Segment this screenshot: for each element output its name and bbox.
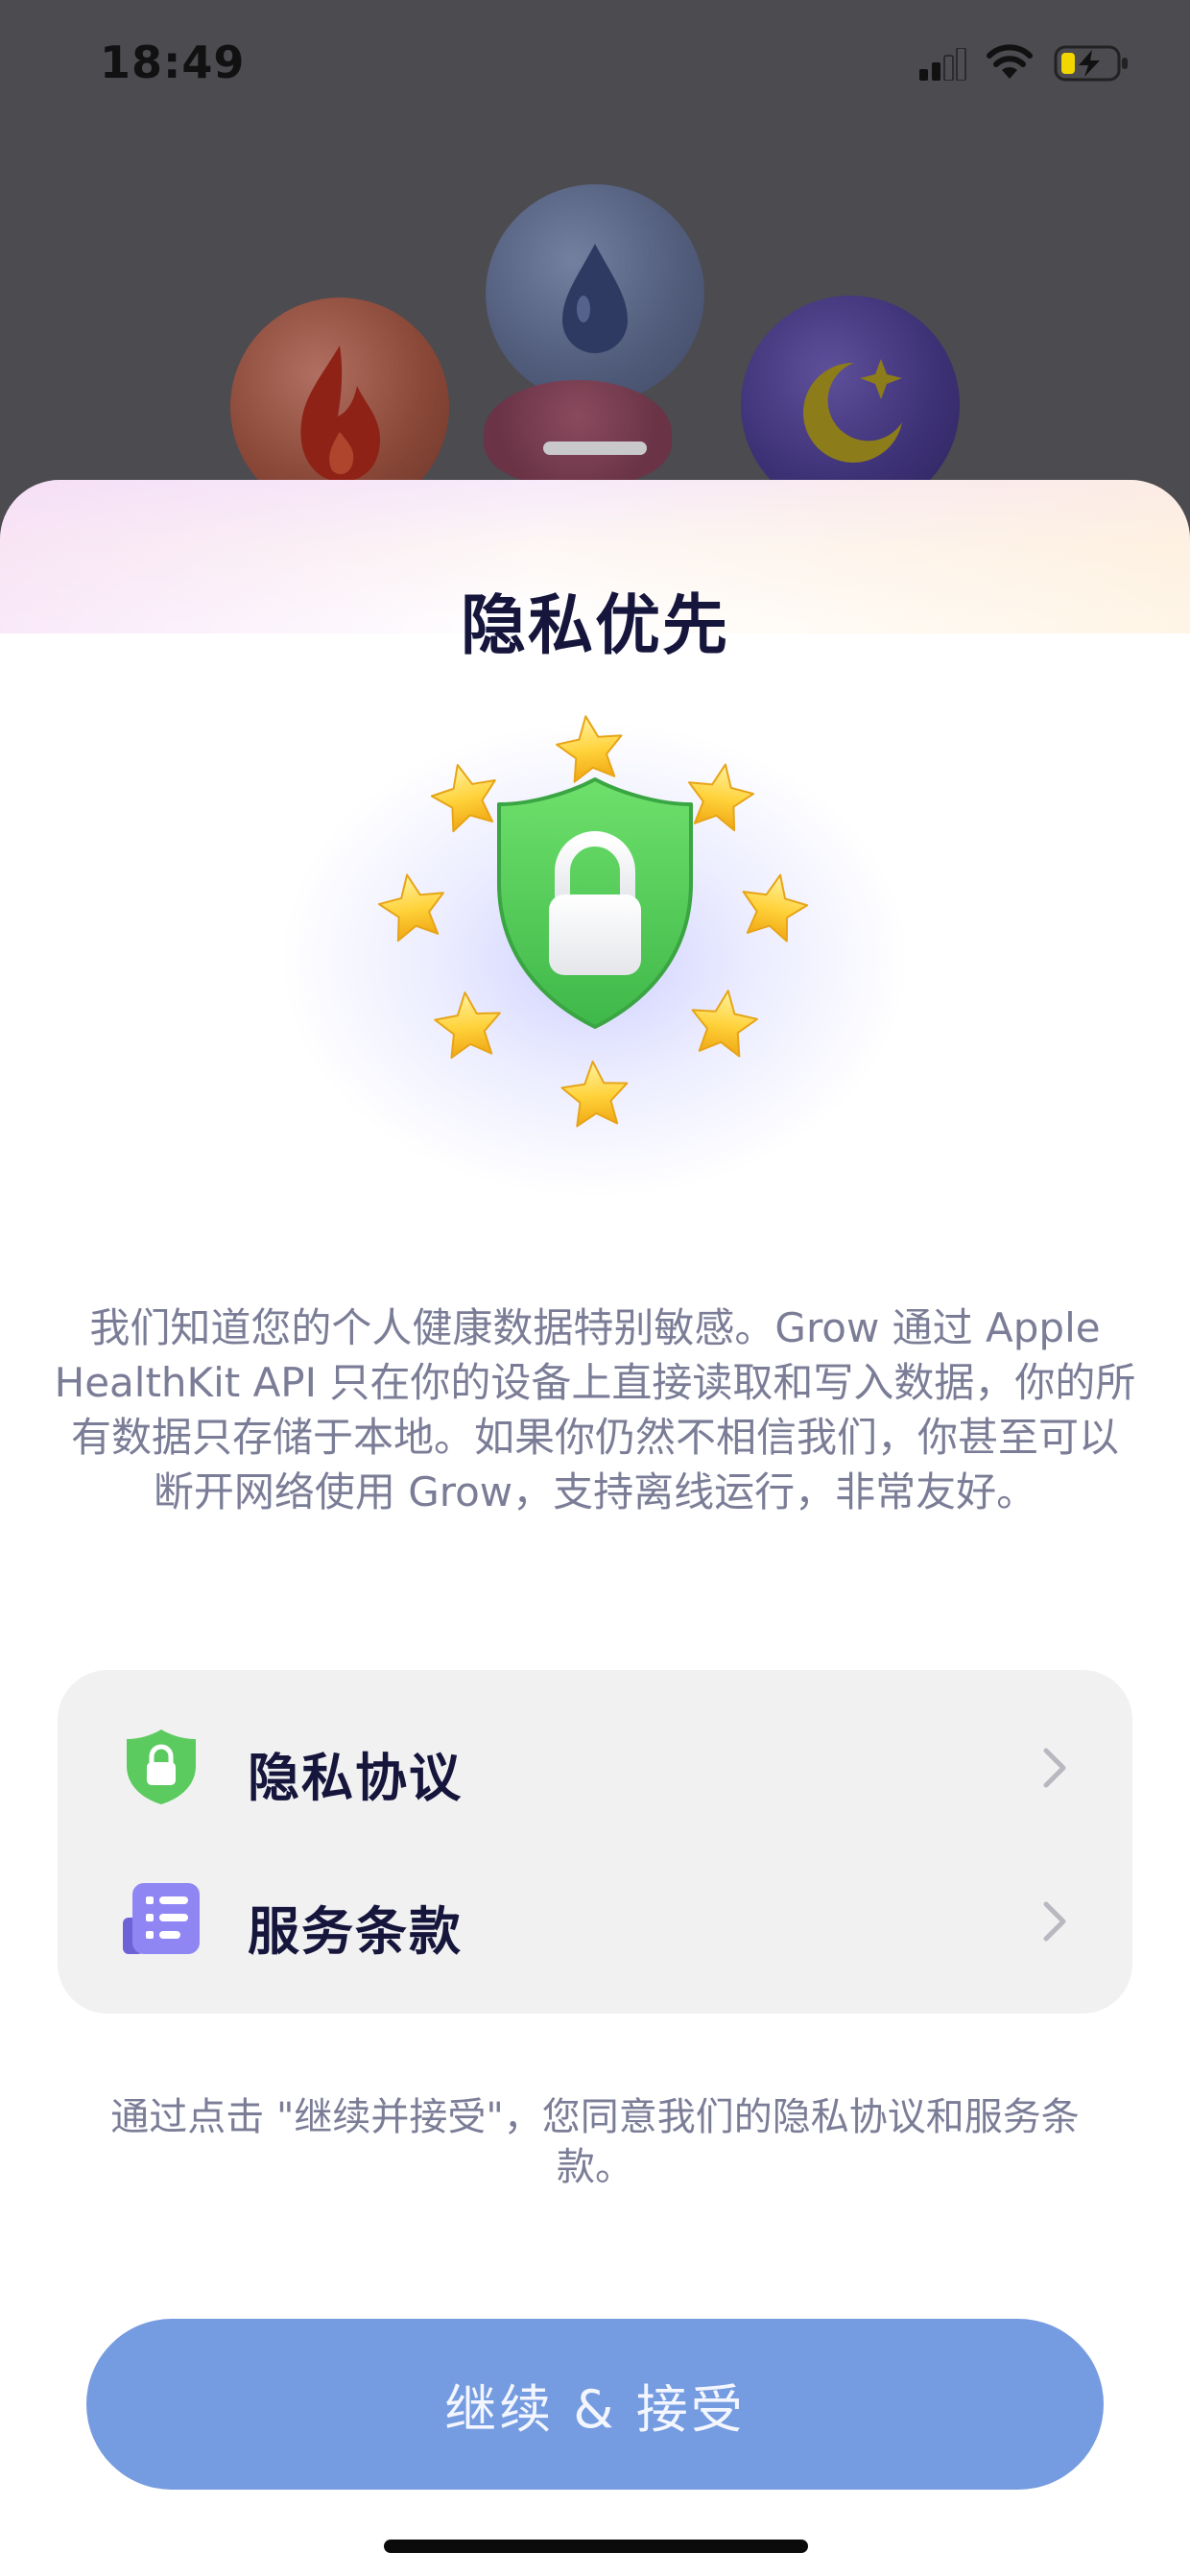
shield-lock-icon <box>127 1729 196 1804</box>
sheet-title: 隐私优先 <box>460 588 729 664</box>
terms-of-service-label: 服务条款 <box>248 1901 463 1962</box>
continue-accept-button[interactable]: 继续 & 接受 <box>86 2319 1104 2490</box>
consent-text: 通过点击 "继续并接受"，您同意我们的隐私协议和服务条款。 <box>110 2095 1080 2189</box>
sheet-grabber[interactable] <box>543 441 647 455</box>
blob-orb <box>484 380 672 486</box>
background-app: 18:49 <box>0 0 1190 537</box>
status-time: 18:49 <box>100 36 246 88</box>
privacy-sheet: 隐私优先 我们知道您的个人健康数据特别敏感。Grow 通过 Apple Heal… <box>0 480 1190 2576</box>
privacy-policy-label: 隐私协议 <box>248 1748 463 1808</box>
hero-illustration <box>144 691 1046 1228</box>
water-orb <box>486 184 704 403</box>
chevron-right-icon <box>1043 1901 1066 1942</box>
cellular-signal-icon <box>919 48 966 81</box>
shield-lock-with-stars-icon <box>373 710 814 1129</box>
battery-charging-icon <box>1054 45 1128 82</box>
privacy-description: 我们知道您的个人健康数据特别敏感。Grow 通过 Apple HealthKit… <box>54 1304 1136 1515</box>
home-indicator <box>384 2540 808 2553</box>
chevron-right-icon <box>1043 1748 1066 1788</box>
terms-of-service-row[interactable]: 服务条款 <box>58 1843 1132 1996</box>
privacy-policy-row[interactable]: 隐私协议 <box>58 1689 1132 1843</box>
policy-links-card: 隐私协议 服务条款 <box>58 1670 1132 2014</box>
wifi-icon <box>987 44 1033 79</box>
status-bar: 18:49 <box>0 0 1190 125</box>
document-list-icon <box>123 1883 200 1954</box>
water-drop-icon <box>562 244 628 353</box>
